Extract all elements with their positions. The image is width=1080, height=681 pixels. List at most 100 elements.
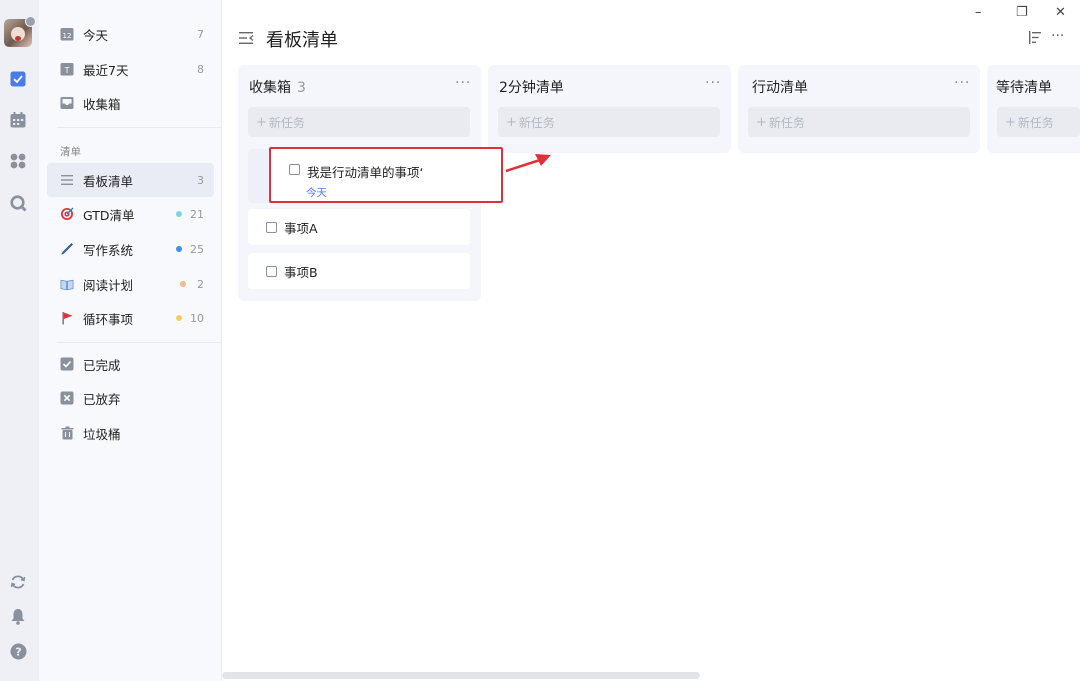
column-count: 3 xyxy=(297,80,306,96)
column-title: 收集箱 3 xyxy=(249,77,306,97)
sidebar-item-recurring[interactable]: 循环事项 10 xyxy=(47,301,214,335)
sidebar-item-label: 已放弃 xyxy=(83,391,121,407)
column-more-icon[interactable]: ··· xyxy=(954,75,970,91)
main-content: – ❐ ✕ 看板清单 ··· 收集箱 3 ··· + 新任务 事项A 事项B 2… xyxy=(222,0,1080,681)
sidebar-item-count: 8 xyxy=(197,62,204,76)
add-task-input[interactable]: + 新任务 xyxy=(748,107,970,137)
column-title-text: 收集箱 xyxy=(249,80,291,96)
sidebar-item-label: 写作系统 xyxy=(83,242,134,258)
sync-icon[interactable] xyxy=(9,573,27,591)
sidebar-divider xyxy=(57,127,249,128)
sidebar-item-label: 阅读计划 xyxy=(83,277,134,293)
add-task-input[interactable]: + 新任务 xyxy=(997,107,1080,137)
sidebar-divider xyxy=(57,342,249,343)
kanban-column-waiting: 等待清单 + 新任务 xyxy=(987,65,1080,153)
app-window: ? 12 今天 7 T 最近7天 8 收集箱 清单 看板清单 3 GTD清单 2… xyxy=(0,0,1080,681)
plus-icon: + xyxy=(256,114,267,130)
horizontal-scrollbar[interactable] xyxy=(222,672,700,679)
add-task-input[interactable]: + 新任务 xyxy=(498,107,720,137)
add-task-input[interactable]: + 新任务 xyxy=(248,107,470,137)
column-title-text: 2分钟清单 xyxy=(499,80,564,96)
four-squares-icon[interactable] xyxy=(9,152,27,170)
plus-icon: + xyxy=(756,114,767,130)
sidebar-item-completed[interactable]: 已完成 xyxy=(47,347,214,381)
sidebar-item-next-7-days[interactable]: T 最近7天 8 xyxy=(47,52,214,86)
kanban-column-2min: 2分钟清单 ··· + 新任务 xyxy=(488,65,731,153)
pen-icon xyxy=(60,242,74,256)
x-box-icon xyxy=(60,391,74,405)
list-color-dot xyxy=(180,281,186,287)
inbox-icon xyxy=(60,96,74,110)
sidebar-item-count: 10 xyxy=(190,311,204,325)
search-icon[interactable] xyxy=(9,194,27,212)
task-title: 事项B xyxy=(284,264,318,280)
svg-text:?: ? xyxy=(15,645,21,658)
minimize-button[interactable]: – xyxy=(975,5,982,20)
list-lines-icon xyxy=(60,173,74,187)
list-color-dot xyxy=(176,211,182,217)
help-icon[interactable]: ? xyxy=(9,642,27,660)
plus-icon: + xyxy=(506,114,517,130)
column-title: 2分钟清单 xyxy=(499,77,564,97)
column-title-text: 等待清单 xyxy=(996,80,1052,96)
flag-icon xyxy=(60,311,74,325)
sidebar-item-today[interactable]: 12 今天 7 xyxy=(47,17,214,51)
svg-text:T: T xyxy=(64,66,70,75)
sidebar-item-label: GTD清单 xyxy=(83,207,135,223)
task-check-icon[interactable] xyxy=(9,70,27,88)
column-more-icon[interactable]: ··· xyxy=(705,75,721,91)
task-due-date: 今天 xyxy=(306,187,327,199)
svg-text:12: 12 xyxy=(63,32,72,40)
add-task-placeholder: 新任务 xyxy=(268,115,305,130)
sidebar-item-count: 7 xyxy=(197,27,204,41)
add-task-placeholder: 新任务 xyxy=(518,115,555,130)
restore-button[interactable]: ❐ xyxy=(1016,5,1028,20)
list-color-dot xyxy=(176,315,182,321)
task-checkbox[interactable] xyxy=(266,265,277,277)
sidebar-item-label: 已完成 xyxy=(83,357,121,373)
task-title: 事项A xyxy=(284,220,318,236)
close-button[interactable]: ✕ xyxy=(1055,5,1066,20)
bell-icon[interactable] xyxy=(9,607,27,625)
task-checkbox[interactable] xyxy=(289,164,300,175)
check-box-icon xyxy=(60,357,74,371)
sidebar: 12 今天 7 T 最近7天 8 收集箱 清单 看板清单 3 GTD清单 21 xyxy=(39,0,249,681)
sidebar-item-label: 垃圾桶 xyxy=(83,426,121,442)
column-title: 行动清单 xyxy=(752,77,808,97)
sidebar-item-label: 最近7天 xyxy=(83,62,129,78)
dragging-task-card[interactable]: 我是行动清单的事项‘ 今天 xyxy=(269,147,503,203)
sidebar-section-label: 清单 xyxy=(60,146,81,158)
collapse-sidebar-icon[interactable] xyxy=(239,30,255,44)
task-card[interactable]: 事项B xyxy=(248,253,470,289)
sidebar-item-label: 循环事项 xyxy=(83,311,134,327)
column-title-text: 行动清单 xyxy=(752,80,808,96)
sidebar-item-count: 3 xyxy=(197,173,204,187)
sidebar-item-reading-plan[interactable]: 阅读计划 2 xyxy=(47,267,214,301)
calendar-week-icon: T xyxy=(60,62,74,76)
task-card[interactable]: 事项A xyxy=(248,209,470,245)
sidebar-item-inbox[interactable]: 收集箱 xyxy=(47,86,214,120)
book-icon xyxy=(60,277,74,291)
column-more-icon[interactable]: ··· xyxy=(455,75,471,91)
sidebar-item-count: 25 xyxy=(190,242,204,256)
add-task-placeholder: 新任务 xyxy=(768,115,805,130)
calendar-icon[interactable] xyxy=(9,111,27,129)
sidebar-item-gtd-list[interactable]: GTD清单 21 xyxy=(47,197,214,231)
sidebar-item-abandoned[interactable]: 已放弃 xyxy=(47,381,214,415)
more-options-icon[interactable]: ··· xyxy=(1051,28,1064,44)
sidebar-item-count: 21 xyxy=(190,207,204,221)
sidebar-item-kanban-list[interactable]: 看板清单 3 xyxy=(47,163,214,197)
sidebar-item-writing-system[interactable]: 写作系统 25 xyxy=(47,232,214,266)
sort-icon[interactable] xyxy=(1028,31,1042,48)
target-icon xyxy=(60,207,74,221)
avatar-badge-icon xyxy=(25,16,36,27)
red-arrow-annotation-icon xyxy=(505,154,551,173)
task-checkbox[interactable] xyxy=(266,221,277,233)
icon-rail: ? xyxy=(0,0,39,681)
sidebar-item-label: 看板清单 xyxy=(83,173,134,189)
sidebar-item-label: 今天 xyxy=(83,27,109,43)
sidebar-item-trash[interactable]: 垃圾桶 xyxy=(47,416,214,450)
sidebar-item-count: 2 xyxy=(197,277,204,291)
add-task-placeholder: 新任务 xyxy=(1017,115,1054,130)
page-title: 看板清单 xyxy=(266,30,338,51)
